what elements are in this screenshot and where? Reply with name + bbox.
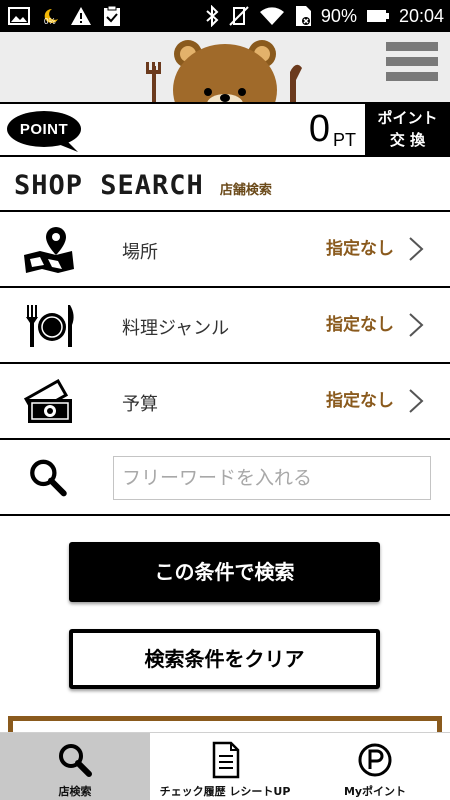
status-bar-right: 90% 20:04	[205, 0, 444, 32]
section-title-en: SHOP SEARCH	[14, 170, 204, 201]
search-icon	[30, 459, 67, 497]
menu-bar	[386, 72, 438, 81]
free-word-input[interactable]	[113, 456, 431, 500]
filter-label-cuisine: 料理ジャンル	[122, 318, 230, 339]
point-exchange-button[interactable]: ポイント 交 換	[365, 102, 450, 157]
chevron-right-icon	[409, 313, 424, 337]
nav-tab-check-history[interactable]: チェック履歴 レシートUP	[150, 733, 300, 800]
clock: 20:04	[398, 5, 444, 26]
filter-label-budget: 予算	[122, 394, 158, 415]
menu-bar	[386, 57, 438, 66]
filter-label-location: 場所	[122, 242, 158, 263]
bottom-nav: 店検索 チェック履歴 レシートUP Myポイント	[0, 732, 450, 800]
nav-label-my-points: Myポイント	[343, 785, 407, 798]
battery-icon	[366, 10, 389, 22]
filter-row-budget[interactable]: 予算 指定なし	[0, 362, 450, 438]
point-badge-label: POINT	[19, 121, 69, 138]
image-icon	[8, 7, 30, 25]
status-bar-left	[8, 5, 122, 27]
status-small-percent: 0%	[44, 17, 56, 26]
point-unit: PT	[332, 130, 356, 150]
hamburger-menu-button[interactable]	[386, 42, 438, 88]
wifi-icon	[259, 7, 284, 25]
point-badge: POINT	[6, 110, 82, 152]
map-pin-icon	[24, 227, 74, 273]
money-icon	[23, 378, 72, 423]
nav-label-check-history: チェック履歴 レシートUP	[159, 785, 291, 798]
no-sim-icon	[295, 6, 311, 26]
exchange-line-2: 交 換	[389, 131, 426, 149]
document-icon	[212, 741, 240, 779]
clipboard-check-icon	[104, 5, 120, 26]
clear-conditions-button[interactable]: 検索条件をクリア	[69, 629, 380, 689]
section-title: SHOP SEARCH 店舗検索	[14, 170, 272, 210]
points-bar: POINT 0 PT ポイント 交 換	[0, 102, 450, 157]
cutlery-plate-icon	[26, 305, 74, 347]
nav-label-shop-search: 店検索	[58, 785, 92, 798]
point-value: 0	[308, 108, 330, 150]
nav-tab-shop-search[interactable]: 店検索	[0, 733, 150, 800]
bear-mascot-logo	[146, 40, 302, 102]
divider	[0, 514, 450, 516]
app-header	[0, 32, 450, 102]
filter-row-cuisine[interactable]: 料理ジャンル 指定なし	[0, 286, 450, 362]
filter-value-location: 指定なし	[326, 239, 394, 259]
chevron-right-icon	[409, 389, 424, 413]
filter-value-budget: 指定なし	[326, 391, 394, 411]
point-circle-icon	[358, 743, 392, 777]
search-button[interactable]: この条件で検索	[69, 542, 380, 602]
filter-row-location[interactable]: 場所 指定なし	[0, 210, 450, 286]
section-title-ja: 店舗検索	[219, 183, 272, 198]
exchange-line-1: ポイント	[377, 109, 438, 127]
chevron-right-icon	[409, 237, 424, 261]
status-bar: 0% 90% 20:04	[0, 0, 450, 32]
battery-percent: 90%	[320, 5, 357, 26]
free-word-row	[0, 438, 450, 514]
vibrate-off-icon	[229, 6, 249, 26]
search-icon	[59, 744, 92, 777]
nav-tab-my-points[interactable]: Myポイント	[300, 733, 450, 800]
bluetooth-icon	[206, 5, 219, 27]
filter-value-cuisine: 指定なし	[326, 315, 394, 335]
warning-icon	[71, 7, 91, 25]
menu-bar	[386, 42, 438, 51]
